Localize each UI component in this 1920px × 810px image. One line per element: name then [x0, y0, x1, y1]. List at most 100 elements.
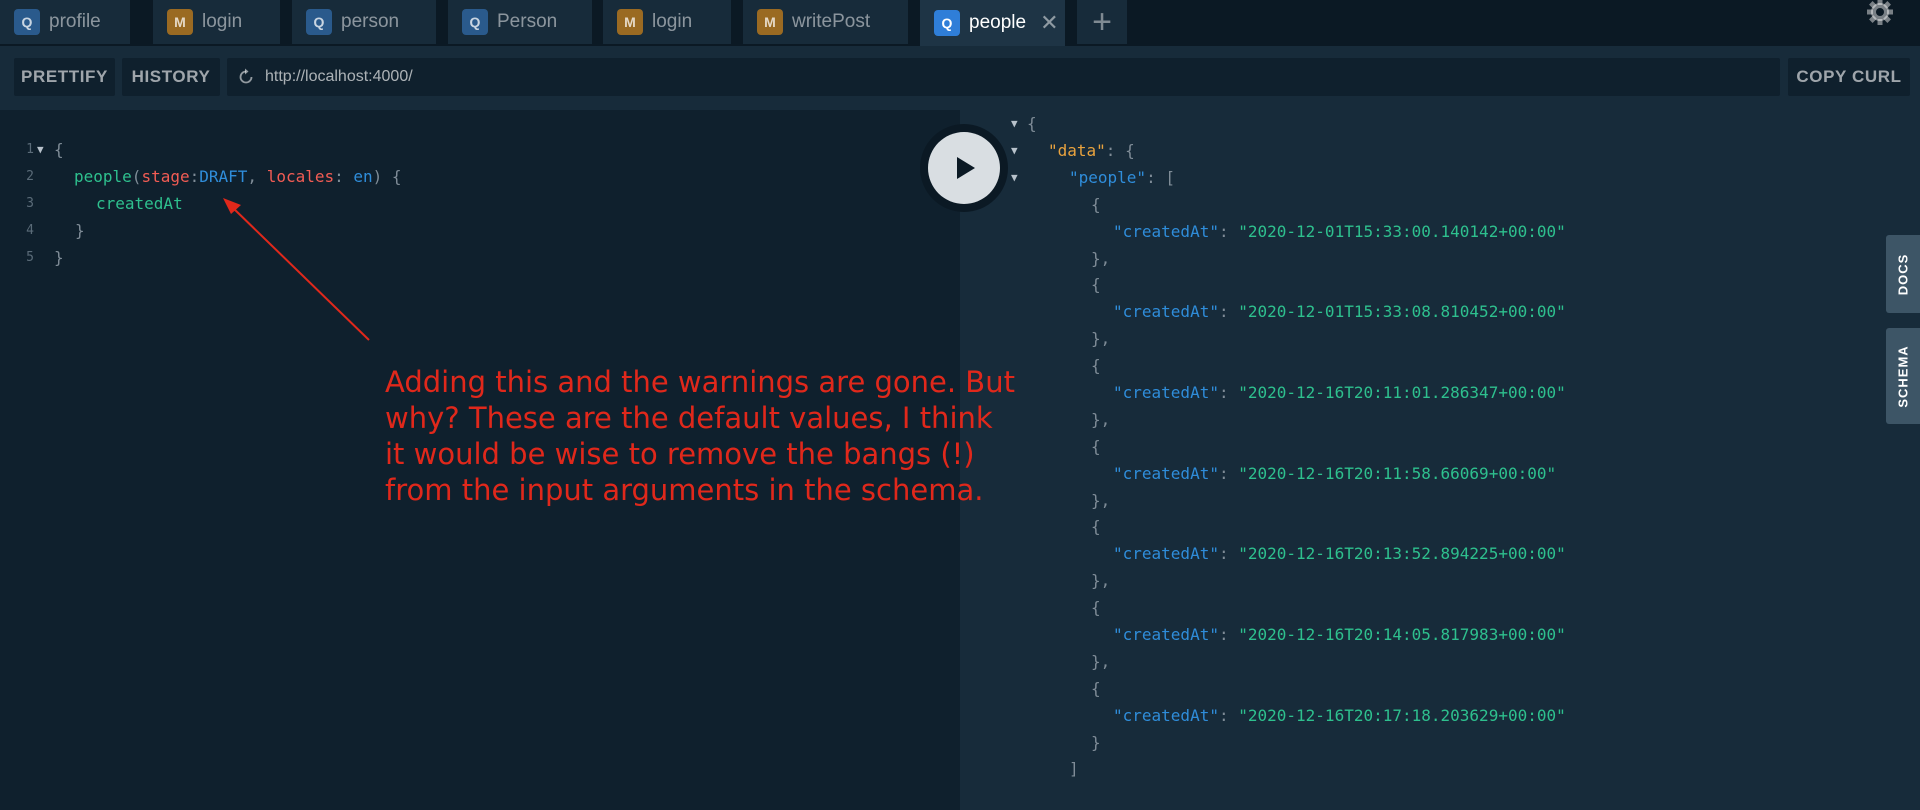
tab-bar: Q profile M login Q person Q Person M lo… [0, 0, 1920, 46]
comma: , [247, 166, 267, 186]
json-value: "2020-12-16T20:14:05.817983+00:00" [1238, 625, 1566, 644]
json-bracket: ] [1069, 759, 1079, 779]
endpoint-url-input[interactable]: http://localhost:4000/ [227, 58, 1780, 96]
json-data-entry: "data": { [1048, 140, 1135, 160]
json-createdat-entry: "createdAt": "2020-12-16T20:11:01.286347… [1113, 382, 1566, 402]
docs-tab[interactable]: DOCS [1886, 235, 1920, 313]
result-viewer: ▼ { ▼ "data": { ▼ "people": [ { "createdA… [960, 110, 1920, 810]
json-key: "createdAt" [1113, 302, 1219, 322]
query-badge: Q [934, 10, 960, 36]
toolbar: PRETTIFY HISTORY http://localhost:4000/ … [0, 46, 1920, 110]
json-brace: { [1091, 517, 1101, 537]
json-createdat-entry: "createdAt": "2020-12-16T20:17:18.203629… [1113, 705, 1566, 725]
gear-icon[interactable] [1862, 0, 1898, 30]
json-value: "2020-12-16T20:13:52.894225+00:00" [1238, 544, 1566, 564]
paren-open: ( [131, 166, 142, 186]
arg-value: DRAFT [199, 166, 248, 186]
paren-close-brace: ) { [372, 166, 402, 186]
json-key: "createdAt" [1113, 625, 1219, 644]
mutation-badge: M [167, 9, 193, 35]
history-button[interactable]: HISTORY [122, 58, 220, 96]
line-number: 1 [26, 141, 34, 157]
endpoint-url: http://localhost:4000/ [265, 68, 413, 85]
reload-icon[interactable] [237, 68, 255, 86]
inner-close-brace: } [75, 220, 85, 240]
json-value: "2020-12-16T20:11:58.66069+00:00" [1238, 463, 1557, 483]
tab-person[interactable]: Q person [292, 0, 436, 44]
json-brace: { [1091, 194, 1101, 214]
json-brace: }, [1091, 652, 1111, 671]
json-brace: }, [1091, 490, 1111, 510]
json-brace: }, [1091, 571, 1111, 591]
line-number: 3 [26, 195, 34, 211]
fold-arrow-icon[interactable]: ▼ [1011, 144, 1018, 157]
json-brace: { [1091, 275, 1101, 295]
arg-name: locales [266, 166, 335, 186]
prettify-button[interactable]: PRETTIFY [14, 58, 115, 96]
json-createdat-entry: "createdAt": "2020-12-01T15:33:00.140142… [1113, 221, 1566, 241]
docs-label: DOCS [1895, 253, 1911, 295]
json-brace: { [1091, 598, 1101, 617]
query-badge: Q [462, 9, 488, 35]
tab-login[interactable]: M login [153, 0, 280, 44]
json-value: "2020-12-16T20:11:01.286347+00:00" [1238, 382, 1566, 402]
json-value: "2020-12-01T15:33:00.140142+00:00" [1238, 221, 1566, 241]
tab-people[interactable]: Q people ✕ [920, 0, 1065, 46]
people-query-call: people(stage:DRAFT, locales: en) { [74, 167, 402, 186]
tab-label: login [652, 11, 693, 32]
colon: : [334, 166, 354, 186]
close-icon[interactable]: ✕ [1040, 10, 1058, 36]
fold-arrow-icon[interactable]: ▼ [1011, 171, 1018, 184]
tab-label: Person [497, 11, 558, 32]
copy-curl-button[interactable]: COPY CURL [1788, 58, 1910, 96]
outer-close-brace: } [54, 247, 64, 267]
json-brace: }, [1091, 329, 1111, 349]
json-brace: { [1091, 355, 1101, 375]
arg-value: en [353, 166, 373, 186]
json-key: "createdAt" [1113, 705, 1219, 725]
json-key: "createdAt" [1113, 221, 1219, 241]
tab-label: people [969, 12, 1027, 33]
json-brace: { [1091, 436, 1101, 456]
json-createdat-entry: "createdAt": "2020-12-01T15:33:08.810452… [1113, 302, 1566, 322]
line-number: 5 [26, 249, 34, 265]
json-key: "createdAt" [1113, 463, 1219, 483]
annotation-line: Adding this and the warnings are gone. B… [385, 365, 1015, 399]
annotation-line: from the input arguments in the schema. [385, 473, 984, 507]
tab-person-capital[interactable]: Q Person [448, 0, 592, 44]
annotation-line: why? These are the default values, I thi… [385, 401, 993, 435]
annotation-note: Adding this and the warnings are gone. B… [385, 364, 1075, 508]
json-brace: }, [1091, 409, 1111, 429]
add-tab-button[interactable]: + [1077, 0, 1127, 44]
json-createdat-entry: "createdAt": "2020-12-16T20:14:05.817983… [1113, 625, 1566, 644]
fold-arrow-icon[interactable]: ▼ [37, 143, 44, 156]
line-number: 4 [26, 222, 34, 238]
json-key: "data" [1048, 140, 1106, 160]
json-brace: { [1027, 113, 1037, 133]
schema-label: SCHEMA [1895, 344, 1911, 408]
query-badge: Q [14, 9, 40, 35]
schema-tab[interactable]: SCHEMA [1886, 328, 1920, 424]
tab-writepost[interactable]: M writePost [743, 0, 908, 44]
plus-icon: + [1092, 2, 1112, 41]
colon: : [189, 166, 200, 186]
tab-login-2[interactable]: M login [603, 0, 731, 44]
json-createdat-entry: "createdAt": "2020-12-16T20:13:52.894225… [1113, 544, 1566, 564]
tab-label: person [341, 11, 400, 32]
tab-label: writePost [792, 11, 871, 32]
mutation-badge: M [617, 9, 643, 35]
tab-profile[interactable]: Q profile [0, 0, 130, 44]
json-key: "people" [1069, 167, 1147, 187]
mutation-badge: M [757, 9, 783, 35]
annotation-line: it would be wise to remove the bangs (!) [385, 437, 975, 471]
field-name: people [74, 166, 132, 186]
json-brace: }, [1091, 248, 1111, 268]
json-createdat-entry: "createdAt": "2020-12-16T20:11:58.66069+… [1113, 463, 1557, 483]
tab-label: profile [49, 11, 101, 32]
query-badge: Q [306, 9, 332, 35]
execute-query-button[interactable] [920, 124, 1008, 212]
json-value: "2020-12-01T15:33:08.810452+00:00" [1238, 302, 1566, 322]
json-people-entry: "people": [ [1069, 167, 1175, 187]
json-brace: { [1091, 678, 1101, 698]
fold-arrow-icon[interactable]: ▼ [1011, 117, 1018, 130]
